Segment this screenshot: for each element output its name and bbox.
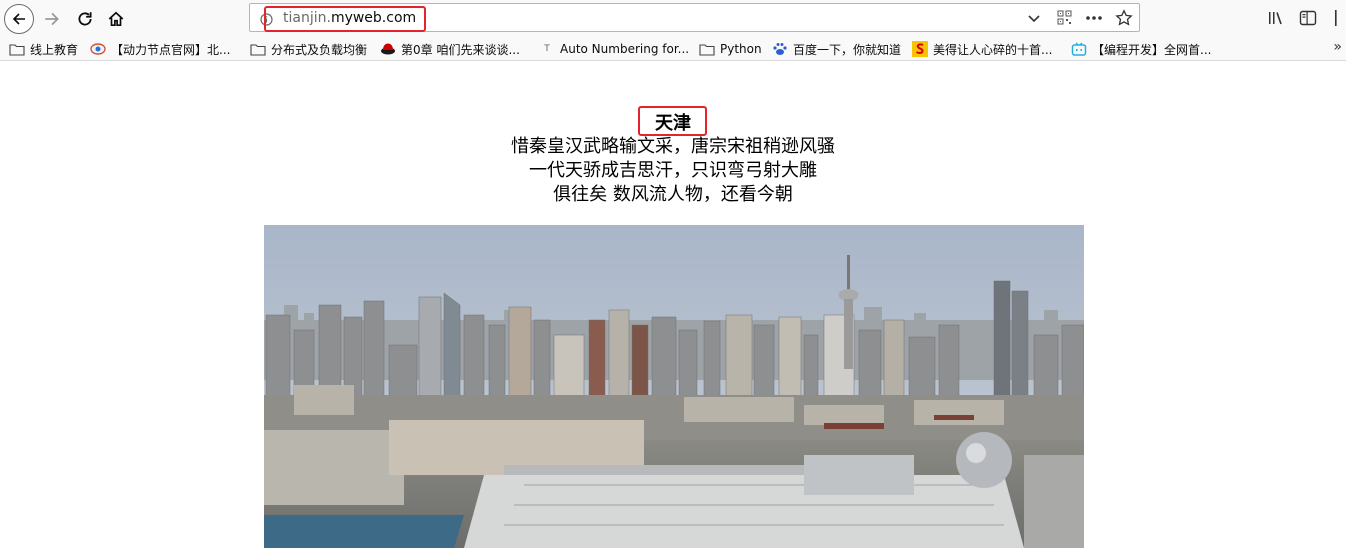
forward-button[interactable] [37,4,67,34]
bookmark-label: 【编程开发】全网首... [1092,42,1212,57]
bookmark-item[interactable]: 线上教育 [9,40,78,58]
bookmark-item[interactable]: 【动力节点官网】北... [90,40,230,58]
bookmarks-toolbar: 线上教育 【动力节点官网】北... 分布式及负载均衡 第0章 咱们先来谈谈...… [0,37,1346,61]
bookmark-label: 分布式及负载均衡 [271,42,368,57]
city-skyline-image [264,225,1084,548]
bookmarks-overflow-icon[interactable]: » [1333,39,1342,55]
home-button[interactable] [101,4,131,34]
bookmark-label: 美得让人心碎的十首... [933,42,1053,57]
redhat-icon [380,42,396,56]
home-icon [108,11,124,27]
page-title: 天津 [655,113,691,134]
bookmark-item[interactable]: 第0章 咱们先来谈谈... [380,40,520,58]
folder-icon [699,42,715,56]
page-actions-icon[interactable] [1079,4,1109,31]
reload-button[interactable] [70,4,100,34]
sohu-icon [912,41,928,57]
site-favicon [90,42,106,56]
url-annotation-box [264,6,426,32]
poem-line: 一代天骄成吉思汗，只识弯弓射大雕 [529,160,817,181]
bookmark-label: Python [720,42,762,56]
back-arrow-icon [12,13,25,25]
bookmark-item[interactable]: 【编程开发】全网首... [1071,40,1211,58]
bookmark-item[interactable]: 分布式及负载均衡 [250,40,367,58]
bookmark-label: 线上教育 [30,42,79,57]
bookmark-item[interactable]: T Auto Numbering for... [539,40,689,58]
bookmark-label: 第0章 咱们先来谈谈... [401,42,520,57]
sidebar-icon[interactable] [1296,6,1320,30]
address-bar[interactable]: tianjin.myweb.com [249,3,1140,32]
reload-icon [78,12,92,26]
back-button[interactable] [4,4,34,34]
bookmark-label: 百度一下，你就知道 [793,42,902,57]
page-content: 天津 惜秦皇汉武略输文采，唐宗宋祖稍逊风骚 一代天骄成吉思汗，只识弯弓射大雕 俱… [0,61,1346,548]
bookmark-item[interactable]: Python [699,40,762,58]
browser-toolbar: tianjin.myweb.com [0,0,1346,37]
text-favicon: T [544,44,550,54]
bilibili-icon [1071,42,1087,56]
baidu-icon [772,42,788,56]
overflow-menu-icon[interactable] [1330,6,1346,30]
bookmark-label: 【动力节点官网】北... [111,42,231,57]
library-icon[interactable] [1264,6,1288,30]
bookmark-star-icon[interactable] [1109,4,1139,31]
bookmark-item[interactable]: 百度一下，你就知道 [772,40,901,58]
folder-icon [250,42,266,56]
bookmark-label: Auto Numbering for... [560,42,690,56]
qr-code-icon[interactable] [1049,4,1079,31]
poem-line: 俱往矣 数风流人物，还看今朝 [553,184,793,205]
url-dropdown-icon[interactable] [1019,4,1049,31]
forward-arrow-icon [45,12,59,26]
poem-line: 惜秦皇汉武略输文采，唐宗宋祖稍逊风骚 [511,136,835,157]
bookmark-item[interactable]: 美得让人心碎的十首... [912,40,1052,58]
folder-icon [9,42,25,56]
